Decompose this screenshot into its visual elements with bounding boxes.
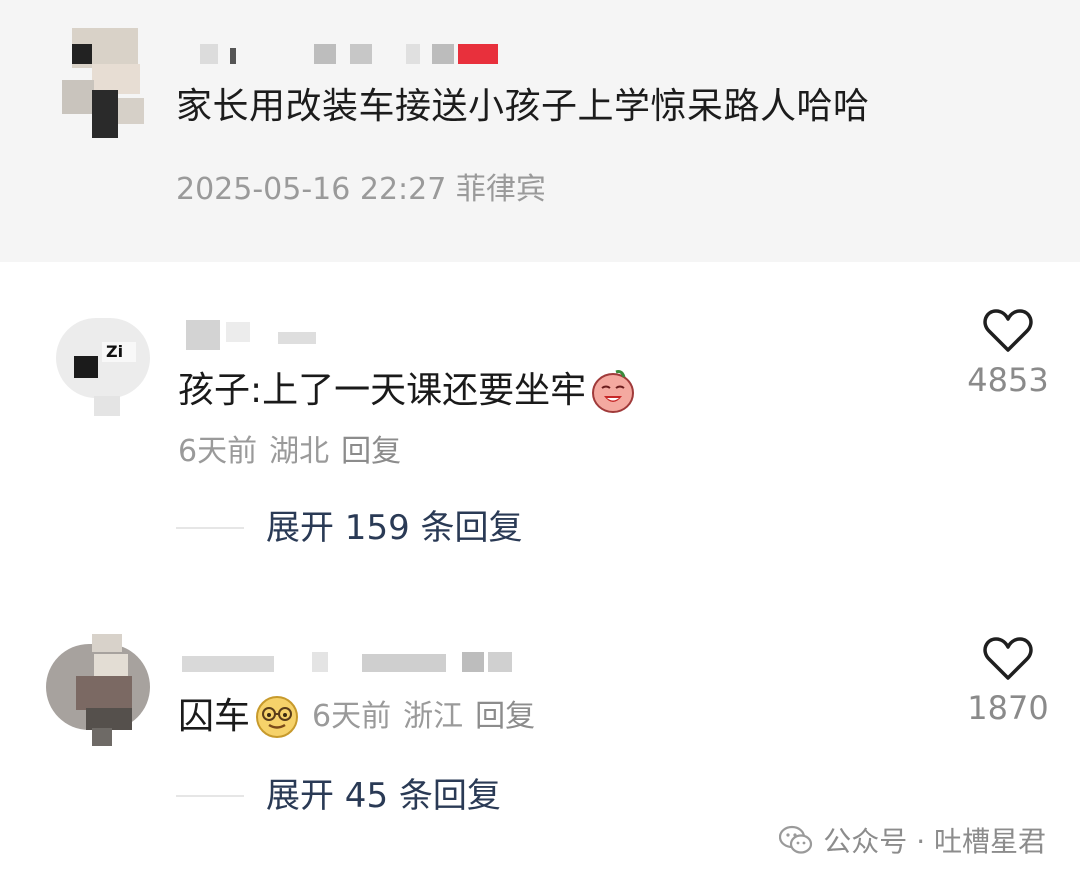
post-timestamp: 2025-05-16 22:27	[176, 172, 447, 207]
expand-replies-label: 展开 159 条回复	[266, 508, 523, 548]
post-title: 家长用改装车接送小孩子上学惊呆路人哈哈	[176, 86, 870, 127]
divider-line	[176, 795, 244, 797]
comment-text: 孩子:上了一天课还要坐牢	[178, 368, 636, 414]
commenter-avatar[interactable]: Zi	[56, 300, 150, 416]
commenter-name-redacted	[182, 652, 532, 672]
expand-replies-label: 展开 45 条回复	[266, 776, 501, 816]
smiling-glasses-emoji	[254, 694, 300, 740]
like-button[interactable]: 1870	[953, 636, 1063, 728]
divider-line	[176, 527, 244, 529]
comment-meta: 6天前 湖北 回复	[178, 432, 413, 472]
crying-face-emoji	[590, 368, 636, 414]
wechat-icon	[779, 825, 813, 854]
commenter-name-redacted	[186, 320, 346, 350]
reply-button[interactable]: 回复	[475, 699, 535, 734]
comment-body: 囚车	[178, 696, 251, 737]
comment-body: 孩子:上了一天课还要坐牢	[178, 370, 587, 411]
post-location: 菲律宾	[455, 172, 546, 207]
comment-text: 囚车 6天前 浙江 回复	[178, 694, 547, 740]
comment-location: 湖北	[269, 434, 330, 469]
comment-location: 浙江	[403, 699, 464, 734]
like-count: 4853	[967, 361, 1049, 399]
like-count: 1870	[967, 689, 1049, 727]
comment-meta: 6天前 浙江 回复	[312, 694, 547, 740]
comment-time: 6天前	[178, 434, 258, 469]
post-meta: 2025-05-16 22:27 菲律宾	[176, 170, 546, 210]
post-header: 家长用改装车接送小孩子上学惊呆路人哈哈 2025-05-16 22:27 菲律宾	[0, 0, 1080, 262]
heart-icon	[983, 309, 1033, 352]
watermark: 公众号 · 吐槽星君	[779, 820, 1046, 860]
post-author-avatar[interactable]	[58, 28, 148, 138]
commenter-avatar[interactable]	[46, 634, 150, 746]
comment-time: 6天前	[312, 699, 392, 734]
reply-button[interactable]: 回复	[341, 434, 401, 469]
like-button[interactable]: 4853	[953, 308, 1063, 400]
post-author-name-redacted	[200, 44, 500, 64]
heart-icon	[983, 637, 1033, 680]
expand-replies-button[interactable]: 展开 159 条回复	[176, 506, 523, 550]
expand-replies-button[interactable]: 展开 45 条回复	[176, 774, 501, 818]
comment-screen: 家长用改装车接送小孩子上学惊呆路人哈哈 2025-05-16 22:27 菲律宾…	[0, 0, 1080, 882]
watermark-text: 公众号 · 吐槽星君	[823, 825, 1046, 858]
